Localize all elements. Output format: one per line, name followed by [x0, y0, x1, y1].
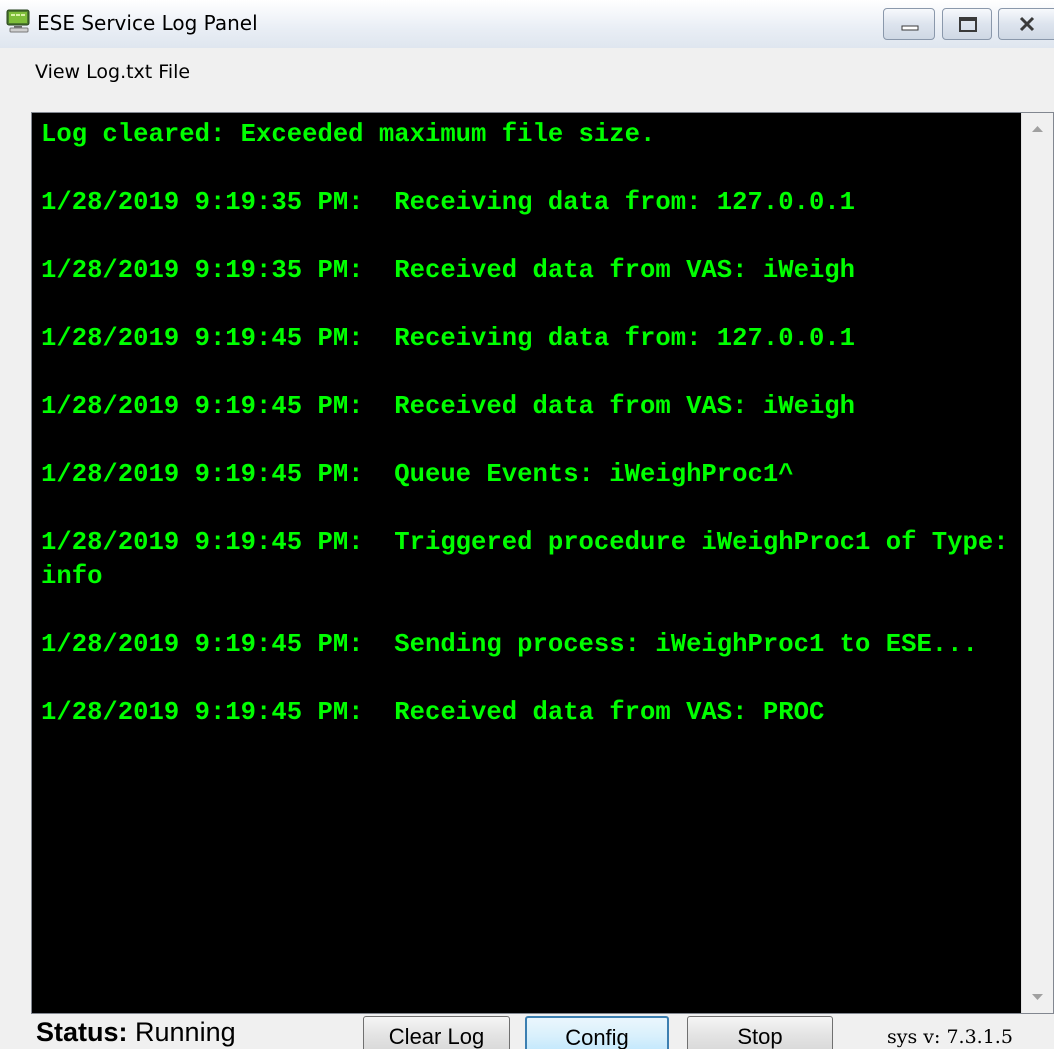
- log-line: 1/28/2019 9:19:45 PM: Queue Events: iWei…: [41, 460, 794, 489]
- log-line: 1/28/2019 9:19:35 PM: Received data from…: [41, 256, 856, 285]
- close-button[interactable]: [998, 8, 1054, 40]
- menu-item-view-log-file[interactable]: View Log.txt File: [35, 58, 190, 86]
- minimize-icon: [901, 25, 919, 31]
- title-bar[interactable]: ESE Service Log Panel: [0, 0, 1054, 48]
- log-text[interactable]: Log cleared: Exceeded maximum file size.…: [32, 113, 1022, 1013]
- log-line: 1/28/2019 9:19:45 PM: Received data from…: [41, 392, 856, 421]
- log-line: Log cleared: Exceeded maximum file size.: [41, 120, 656, 149]
- stop-button[interactable]: Stop: [687, 1016, 833, 1049]
- minimize-button[interactable]: [883, 8, 935, 40]
- vertical-scrollbar[interactable]: [1021, 113, 1053, 1013]
- computer-monitor-icon: [6, 9, 32, 33]
- menu-bar: View Log.txt File: [0, 48, 1054, 96]
- scroll-down-arrow-icon[interactable]: [1022, 979, 1053, 1013]
- log-panel-window: ESE Service Log Panel View Log.txt File …: [0, 0, 1054, 1049]
- scroll-up-arrow-icon[interactable]: [1022, 113, 1053, 147]
- log-line: 1/28/2019 9:19:45 PM: Receiving data fro…: [41, 324, 856, 353]
- log-line: 1/28/2019 9:19:45 PM: Sending process: i…: [41, 630, 978, 659]
- status-value: Running: [135, 1017, 236, 1047]
- clear-log-button[interactable]: Clear Log: [363, 1016, 510, 1049]
- window-title: ESE Service Log Panel: [37, 11, 258, 35]
- maximize-icon: [959, 17, 977, 32]
- close-icon: [1019, 16, 1035, 32]
- status-indicator: Status: Running: [36, 1016, 236, 1048]
- log-line: 1/28/2019 9:19:35 PM: Receiving data fro…: [41, 188, 856, 217]
- status-label: Status:: [36, 1017, 128, 1047]
- maximize-button[interactable]: [942, 8, 992, 40]
- config-button[interactable]: Config: [525, 1016, 669, 1049]
- log-line: 1/28/2019 9:19:45 PM: Triggered procedur…: [41, 528, 1009, 591]
- log-output-area[interactable]: Log cleared: Exceeded maximum file size.…: [31, 112, 1054, 1014]
- version-label: sys v: 7.3.1.5: [887, 1026, 1013, 1048]
- log-line: 1/28/2019 9:19:45 PM: Received data from…: [41, 698, 825, 727]
